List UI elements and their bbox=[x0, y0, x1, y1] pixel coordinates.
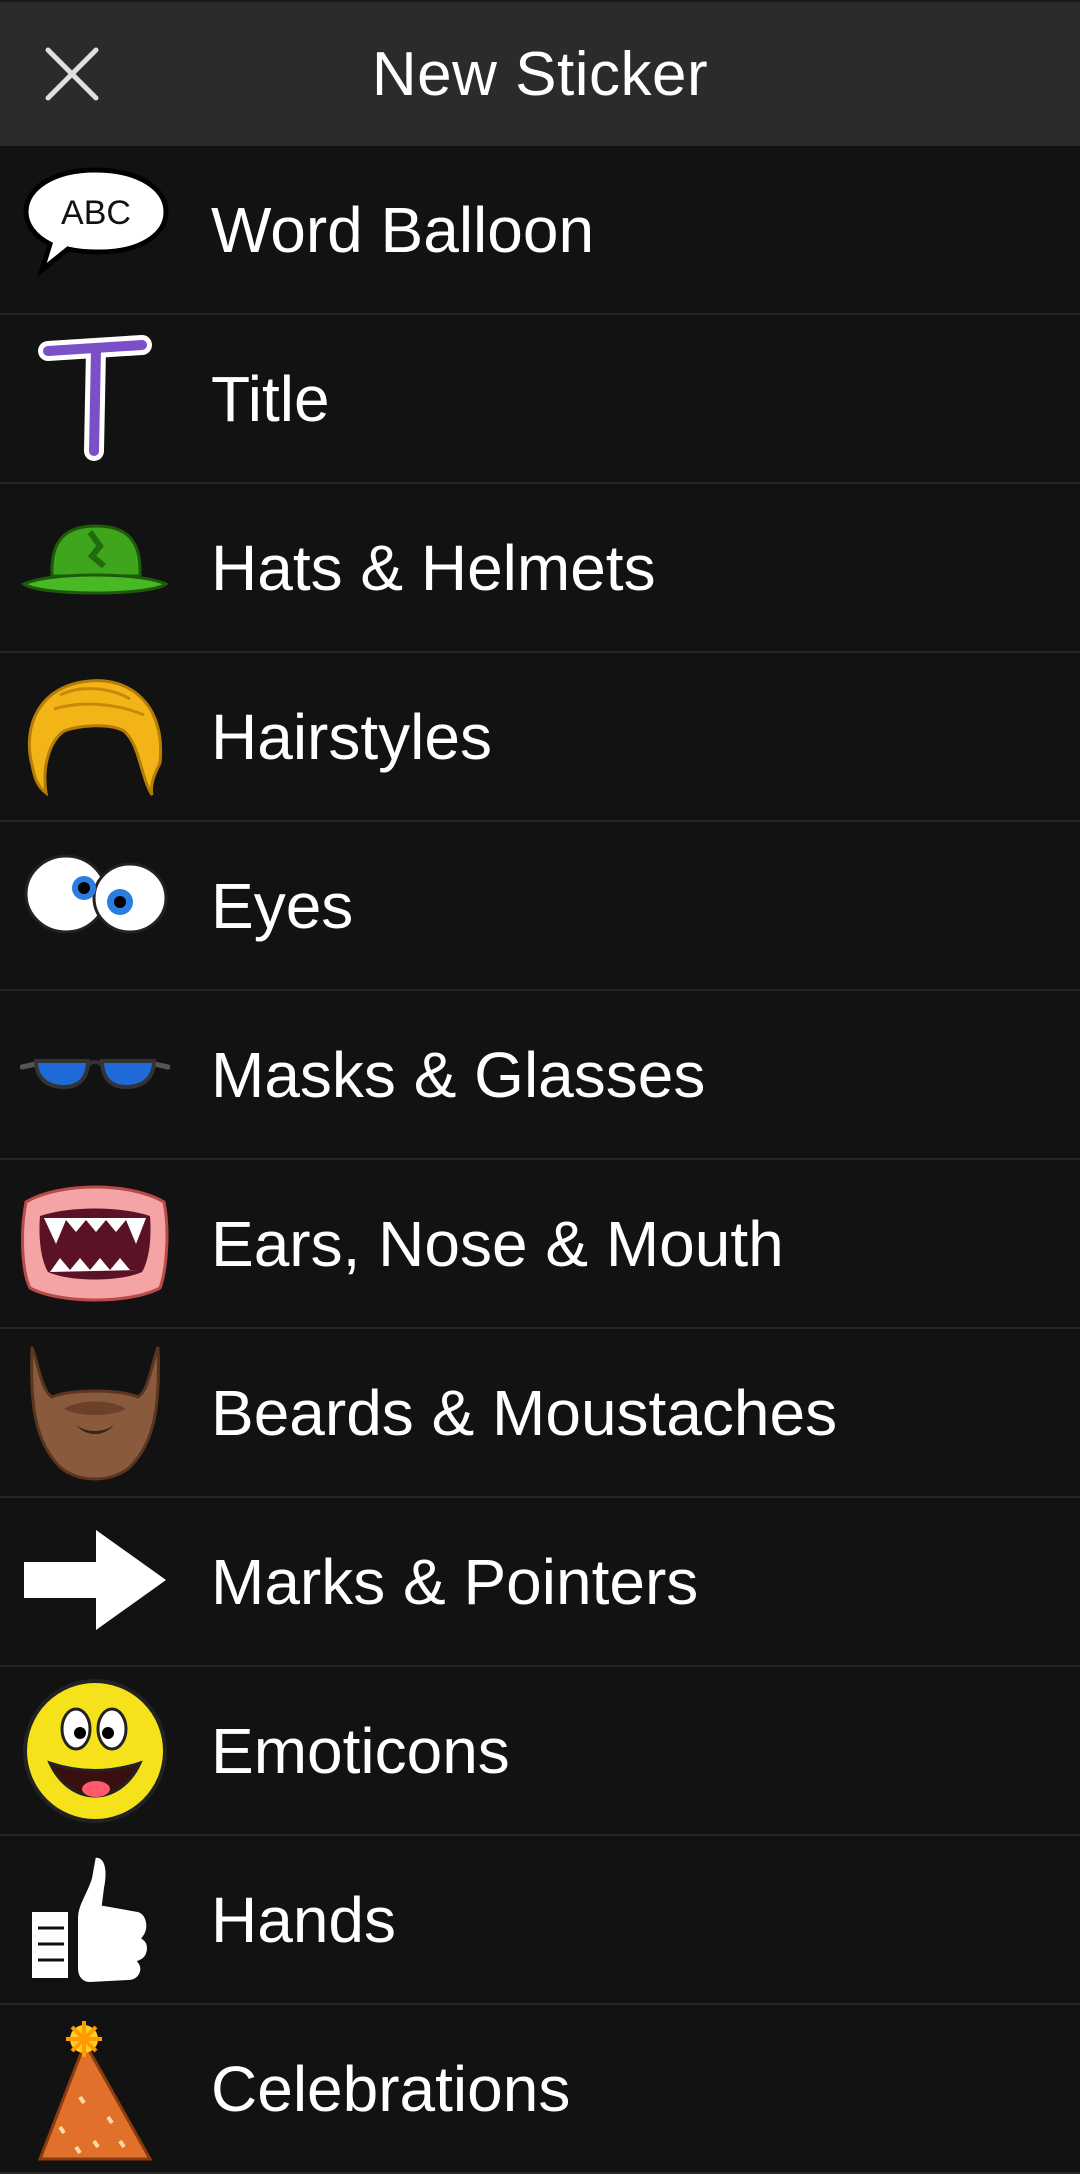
category-word-balloon[interactable]: ABC Word Balloon bbox=[0, 146, 1080, 315]
smiley-face-icon bbox=[20, 1679, 170, 1824]
vampire-mouth-icon bbox=[20, 1172, 170, 1317]
cartoon-eyes-icon bbox=[20, 834, 170, 979]
category-celebrations[interactable]: Celebrations bbox=[0, 2005, 1080, 2174]
category-title[interactable]: Title bbox=[0, 315, 1080, 484]
category-label: Beards & Moustaches bbox=[211, 1377, 838, 1449]
arrow-pointer-icon bbox=[20, 1510, 170, 1655]
category-emoticons[interactable]: Emoticons bbox=[0, 1667, 1080, 1836]
hairstyle-icon bbox=[20, 665, 170, 810]
category-hands[interactable]: Hands bbox=[0, 1836, 1080, 2005]
category-masks-glasses[interactable]: Masks & Glasses bbox=[0, 991, 1080, 1160]
sunglasses-icon bbox=[20, 1003, 170, 1148]
page-title: New Sticker bbox=[371, 40, 709, 109]
beard-icon bbox=[20, 1341, 170, 1486]
category-label: Eyes bbox=[211, 870, 354, 942]
category-label: Ears, Nose & Mouth bbox=[211, 1208, 784, 1280]
category-label: Celebrations bbox=[211, 2053, 571, 2125]
category-label: Masks & Glasses bbox=[211, 1039, 706, 1111]
category-label: Emoticons bbox=[211, 1715, 510, 1787]
category-label: Hats & Helmets bbox=[211, 532, 656, 604]
category-beards-moustaches[interactable]: Beards & Moustaches bbox=[0, 1329, 1080, 1498]
category-marks-pointers[interactable]: Marks & Pointers bbox=[0, 1498, 1080, 1667]
category-eyes[interactable]: Eyes bbox=[0, 822, 1080, 991]
category-label: Word Balloon bbox=[211, 194, 595, 266]
party-hat-icon bbox=[20, 2017, 170, 2162]
word-balloon-icon: ABC bbox=[20, 158, 170, 303]
sticker-category-list: ABC Word Balloon Title Hats & Helmets Ha… bbox=[0, 146, 1080, 2174]
category-label: Marks & Pointers bbox=[211, 1546, 699, 1618]
category-ears-nose-mouth[interactable]: Ears, Nose & Mouth bbox=[0, 1160, 1080, 1329]
category-label: Hands bbox=[211, 1884, 396, 1956]
category-label: Hairstyles bbox=[211, 701, 492, 773]
category-hats-helmets[interactable]: Hats & Helmets bbox=[0, 484, 1080, 653]
title-letter-icon bbox=[20, 327, 170, 472]
thumbs-up-icon bbox=[20, 1848, 170, 1993]
svg-text:ABC: ABC bbox=[61, 194, 131, 232]
category-label: Title bbox=[211, 363, 330, 435]
top-app-bar: New Sticker bbox=[0, 0, 1080, 146]
bowler-hat-icon bbox=[20, 496, 170, 641]
category-hairstyles[interactable]: Hairstyles bbox=[0, 653, 1080, 822]
